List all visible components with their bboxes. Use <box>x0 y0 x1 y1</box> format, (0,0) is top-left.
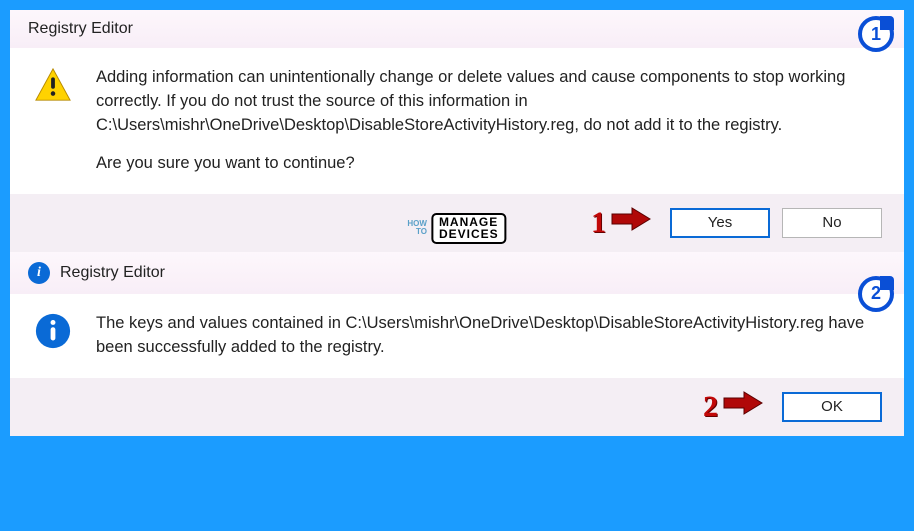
dialog2-buttonbar: 2 OK <box>10 378 904 436</box>
step-marker-1: 1 <box>591 206 652 240</box>
step-number-1: 1 <box>591 206 606 240</box>
dialog2-message: The keys and values contained in C:\User… <box>96 312 874 360</box>
annotation-circle-2: 2 <box>858 276 894 312</box>
registry-warning-dialog: Registry Editor 1 Adding information can… <box>10 10 904 252</box>
dialog2-titlebar: i Registry Editor <box>10 252 904 294</box>
dialog1-title: Registry Editor <box>28 20 133 38</box>
registry-success-dialog: i Registry Editor 2 The keys and values … <box>10 252 904 436</box>
step-marker-2: 2 <box>703 390 764 424</box>
info-icon-small: i <box>28 262 50 284</box>
dialog1-titlebar: Registry Editor <box>10 10 904 48</box>
dialog2-title: Registry Editor <box>60 264 165 282</box>
yes-button[interactable]: Yes <box>670 208 770 238</box>
step-number-2: 2 <box>703 390 718 424</box>
red-arrow-icon <box>722 390 764 424</box>
yes-button-label: Yes <box>708 214 732 231</box>
annotation-circle-1: 1 <box>858 16 894 52</box>
no-button-label: No <box>822 214 841 231</box>
no-button[interactable]: No <box>782 208 882 238</box>
info-icon <box>34 312 72 358</box>
ok-button-label: OK <box>821 398 843 415</box>
dialog1-message: Adding information can unintentionally c… <box>96 66 874 138</box>
dialog1-content: Adding information can unintentionally c… <box>10 48 904 194</box>
dialog1-buttonbar: 1 Yes No <box>10 194 904 252</box>
dialog2-content: The keys and values contained in C:\User… <box>10 294 904 378</box>
warning-icon <box>34 66 72 112</box>
ok-button[interactable]: OK <box>782 392 882 422</box>
red-arrow-icon <box>610 206 652 240</box>
dialog1-confirm: Are you sure you want to continue? <box>96 152 874 176</box>
